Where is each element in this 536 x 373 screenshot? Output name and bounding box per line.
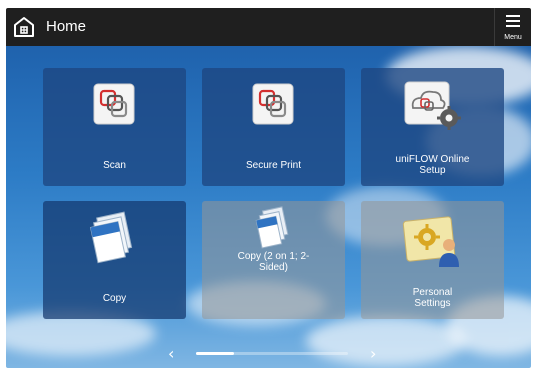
tile-label-text: Copy (2 on 1; 2-Sided) (237, 251, 310, 273)
personal-settings-icon (402, 216, 459, 267)
tile-copy-2on1[interactable]: Copy (2 on 1; 2-Sided) (202, 201, 345, 319)
home-icon (14, 17, 34, 37)
chevron-left-icon: ‹ (168, 344, 175, 363)
tile-label: uniFLOW Online Setup (361, 154, 504, 176)
tile-label-text: uniFLOW Online Setup (395, 154, 470, 176)
page-scroll-thumb[interactable] (196, 352, 234, 355)
menu-label: Menu (504, 34, 522, 41)
hamburger-icon (506, 15, 520, 30)
tile-label-text: Personal Settings (412, 287, 453, 309)
home-button[interactable] (12, 15, 36, 39)
copy-icon (89, 211, 133, 264)
copy-2on1-icon (255, 206, 289, 249)
tile-uniflow-setup[interactable]: uniFLOW Online Setup (361, 68, 504, 186)
tile-label: Scan (103, 160, 126, 171)
tile-label: Secure Print (245, 160, 302, 171)
tile-copy[interactable]: Copy (43, 201, 186, 319)
tile-label: Copy (102, 293, 127, 304)
prev-page-button[interactable]: ‹ (168, 344, 174, 363)
next-page-button[interactable]: › (370, 344, 376, 363)
cloud-settings-icon (404, 81, 461, 130)
screen: Home Menu Scan Secure Print uniFLOW Onli… (6, 8, 531, 368)
chevron-right-icon: › (370, 344, 377, 363)
menu-button[interactable]: Menu (494, 8, 531, 46)
tile-personal-settings[interactable]: Personal Settings (361, 201, 504, 319)
tile-secure-print[interactable]: Secure Print (202, 68, 345, 186)
page-scrollbar[interactable] (196, 352, 348, 355)
tile-scan[interactable]: Scan (43, 68, 186, 186)
secure-print-icon (252, 83, 294, 125)
page-title: Home (46, 18, 87, 35)
page-navigation: ‹ › (6, 338, 531, 368)
tile-label: Personal Settings (361, 287, 504, 309)
tile-label: Copy (2 on 1; 2-Sided) (202, 251, 345, 273)
top-bar: Home Menu (6, 8, 531, 46)
scan-icon (93, 83, 135, 125)
